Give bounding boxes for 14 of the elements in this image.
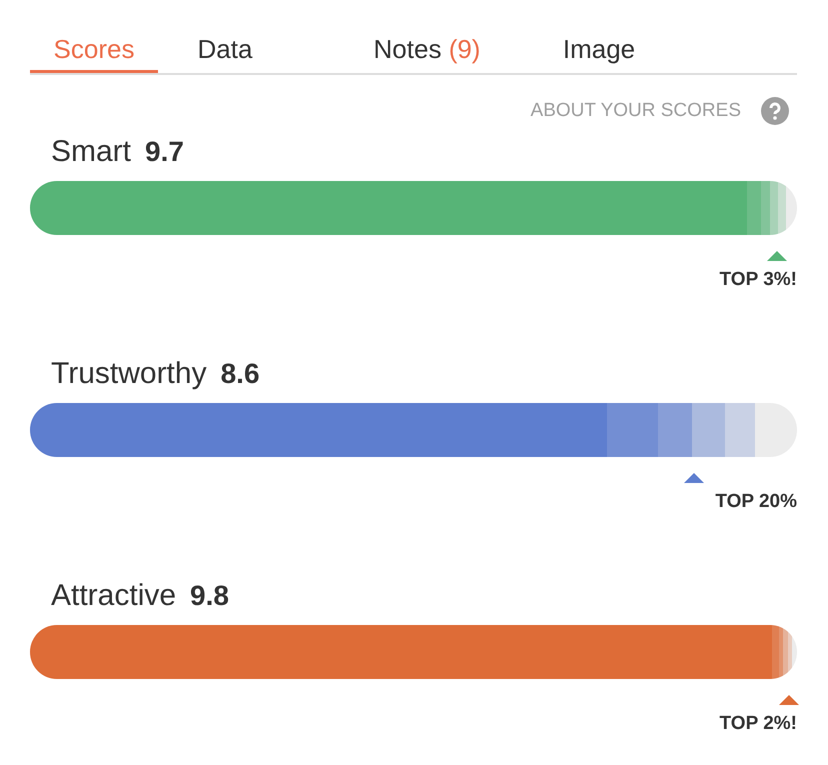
help-icon[interactable]	[761, 97, 789, 125]
score-value: 8.6	[220, 358, 260, 390]
tab[interactable]: Image	[534, 0, 664, 73]
score-name: Trustworthy	[51, 357, 207, 391]
tab[interactable]: Data	[158, 0, 292, 73]
score-name: Attractive	[51, 579, 176, 613]
rank-label: TOP 2%!	[720, 713, 797, 735]
score-value: 9.7	[145, 136, 184, 168]
tab[interactable]: Notes (9)	[332, 0, 522, 73]
rank-label: TOP 20%	[715, 491, 797, 513]
score-value: 9.8	[190, 580, 229, 612]
rank-label: TOP 3%!	[720, 269, 797, 291]
notes-count: (9)	[448, 34, 480, 64]
score-name: Smart	[51, 135, 132, 169]
